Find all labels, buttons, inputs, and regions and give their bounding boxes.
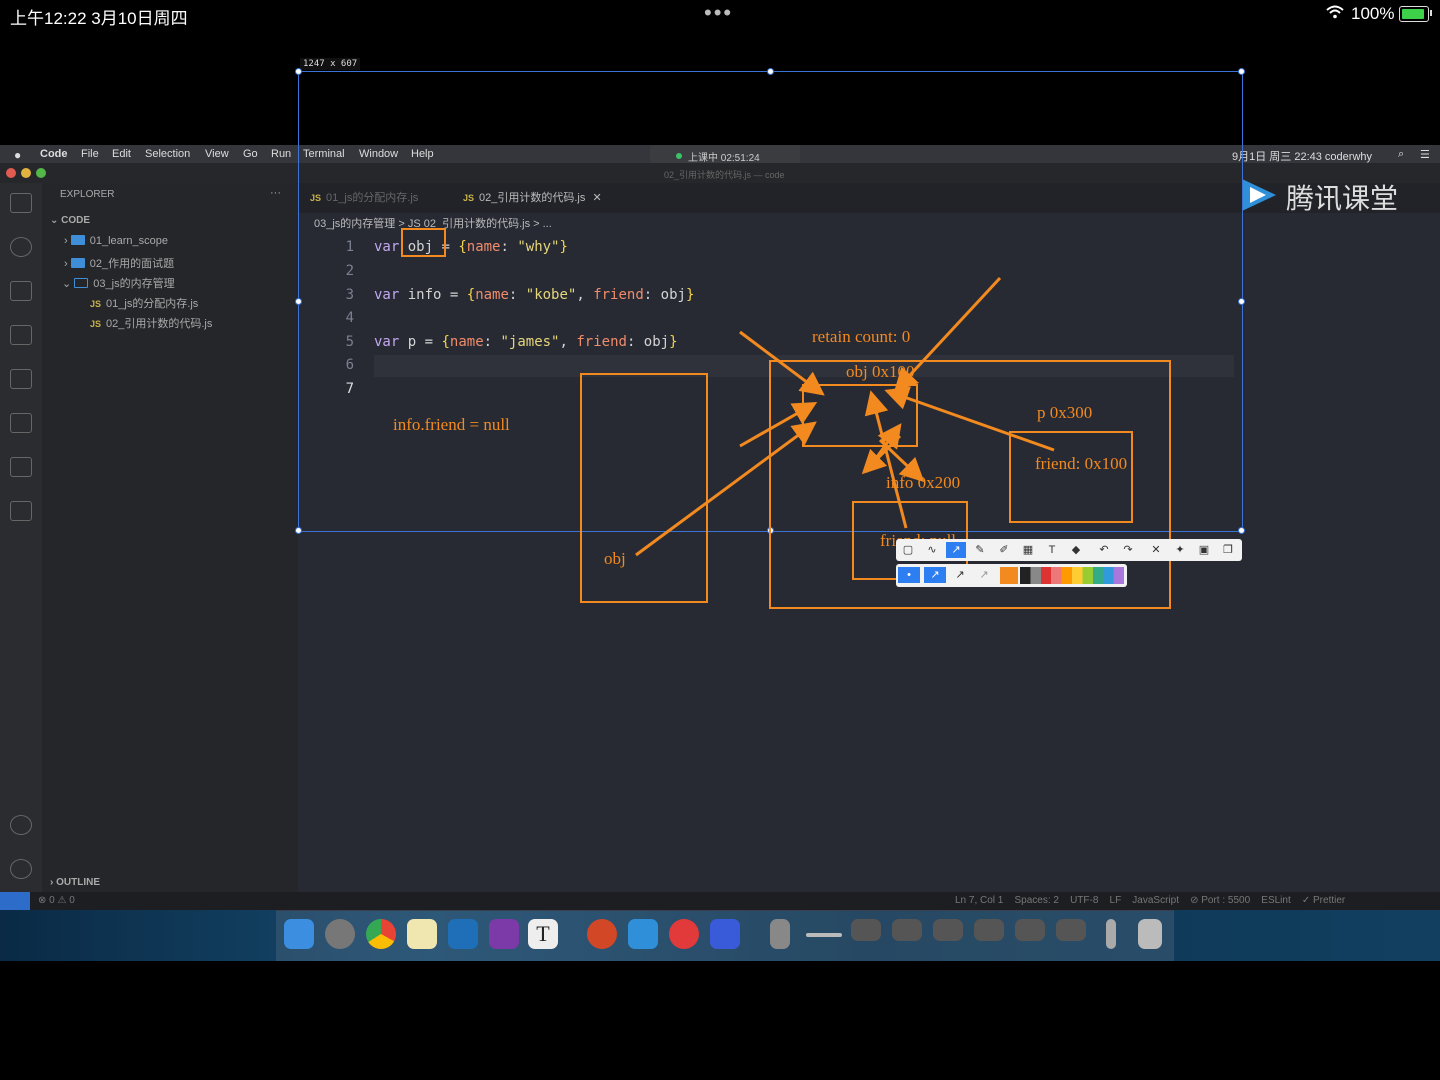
cancel-icon[interactable]: ✕ xyxy=(1148,542,1164,558)
stack-box xyxy=(580,373,708,603)
stroke-size-icon[interactable]: • xyxy=(898,567,920,583)
retain-count-label: retain count: 0 xyxy=(812,327,910,346)
p-friend-label: friend: 0x100 xyxy=(1035,454,1127,473)
copy-icon[interactable]: ❐ xyxy=(1220,542,1236,558)
statement-label: info.friend = null xyxy=(393,415,510,434)
rectangle-tool-icon[interactable]: ▢ xyxy=(900,542,916,558)
arrow xyxy=(635,421,817,557)
arrow xyxy=(864,390,908,529)
pen-tool-icon[interactable]: ✎ xyxy=(972,542,988,558)
arrow-tool-icon[interactable]: ↗ xyxy=(946,542,966,558)
annotation-toolbar: ▢ ∿ ↗ ✎ ✐ ▦ T ◆ ↶ ↷ ✕ ✦ ▣ ❐ xyxy=(896,539,1242,561)
undo-icon[interactable]: ↶ xyxy=(1096,542,1112,558)
pin-icon[interactable]: ✦ xyxy=(1172,542,1188,558)
arrow-style-icon[interactable]: ↗ xyxy=(924,567,946,583)
text-tool-icon[interactable]: T xyxy=(1044,542,1060,558)
arrow xyxy=(739,402,818,448)
freehand-tool-icon[interactable]: ∿ xyxy=(924,542,940,558)
redo-icon[interactable]: ↷ xyxy=(1120,542,1136,558)
obj-var-label: obj xyxy=(604,549,626,568)
current-color-swatch[interactable] xyxy=(1000,567,1018,584)
highlight-obj-box xyxy=(401,228,446,257)
mosaic-tool-icon[interactable]: ▦ xyxy=(1020,542,1036,558)
save-icon[interactable]: ▣ xyxy=(1196,542,1212,558)
info-address-label: info 0x200 xyxy=(886,473,960,492)
marker-tool-icon[interactable]: ✐ xyxy=(996,542,1012,558)
color-palette[interactable] xyxy=(1020,567,1124,584)
obj-address-label: obj 0x100 xyxy=(846,362,914,381)
eraser-tool-icon[interactable]: ◆ xyxy=(1068,542,1084,558)
arrow-style-thin-icon[interactable]: ↗ xyxy=(976,567,992,583)
p-address-label: p 0x300 xyxy=(1037,403,1092,422)
p-object-box xyxy=(1009,431,1133,523)
style-toolbar: • ↗ ↗ ↗ xyxy=(896,564,1127,587)
arrow xyxy=(884,386,1055,452)
arrow-style-alt-icon[interactable]: ↗ xyxy=(952,567,968,583)
